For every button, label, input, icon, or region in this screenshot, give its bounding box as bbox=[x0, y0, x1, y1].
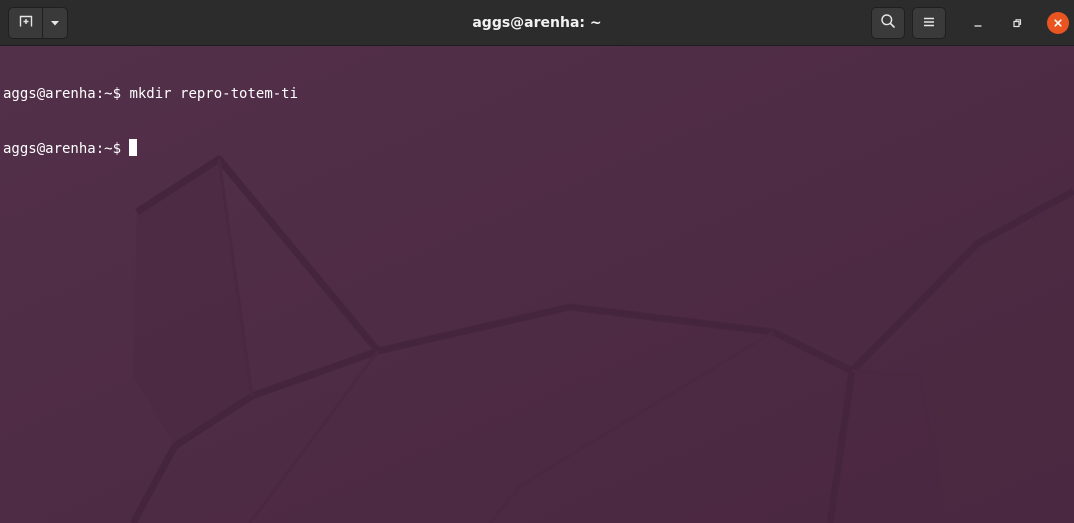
search-button[interactable] bbox=[871, 7, 905, 39]
minimize-icon bbox=[972, 14, 984, 33]
terminal-view[interactable]: aggs@arenha:~$ mkdir repro-totem-ti aggs… bbox=[0, 46, 1074, 523]
new-tab-icon bbox=[18, 13, 34, 33]
search-icon bbox=[880, 13, 896, 33]
minimize-button[interactable] bbox=[967, 12, 989, 34]
terminal-output: aggs@arenha:~$ mkdir repro-totem-ti aggs… bbox=[3, 49, 298, 193]
new-tab-button[interactable] bbox=[8, 7, 43, 39]
text-cursor bbox=[129, 139, 138, 156]
prompt: aggs@arenha:~$ bbox=[3, 86, 122, 102]
hamburger-menu-icon bbox=[922, 14, 936, 33]
prompt: aggs@arenha:~$ bbox=[3, 141, 122, 157]
command: mkdir repro-totem-ti bbox=[129, 86, 299, 102]
terminal-line: aggs@arenha:~$ bbox=[3, 139, 298, 157]
header-bar: aggs@arenha: ~ bbox=[0, 0, 1074, 46]
tab-menu-button[interactable] bbox=[42, 7, 68, 39]
close-icon bbox=[1052, 14, 1064, 33]
terminal-window: aggs@arenha: ~ aggs@arenha:~$ mkdir repr… bbox=[0, 0, 1074, 523]
close-button[interactable] bbox=[1047, 12, 1069, 34]
terminal-line: aggs@arenha:~$ mkdir repro-totem-ti bbox=[3, 85, 298, 103]
maximize-button[interactable] bbox=[1006, 12, 1028, 34]
menu-button[interactable] bbox=[912, 7, 946, 39]
restore-icon bbox=[1011, 14, 1023, 33]
chevron-down-icon bbox=[49, 14, 61, 33]
